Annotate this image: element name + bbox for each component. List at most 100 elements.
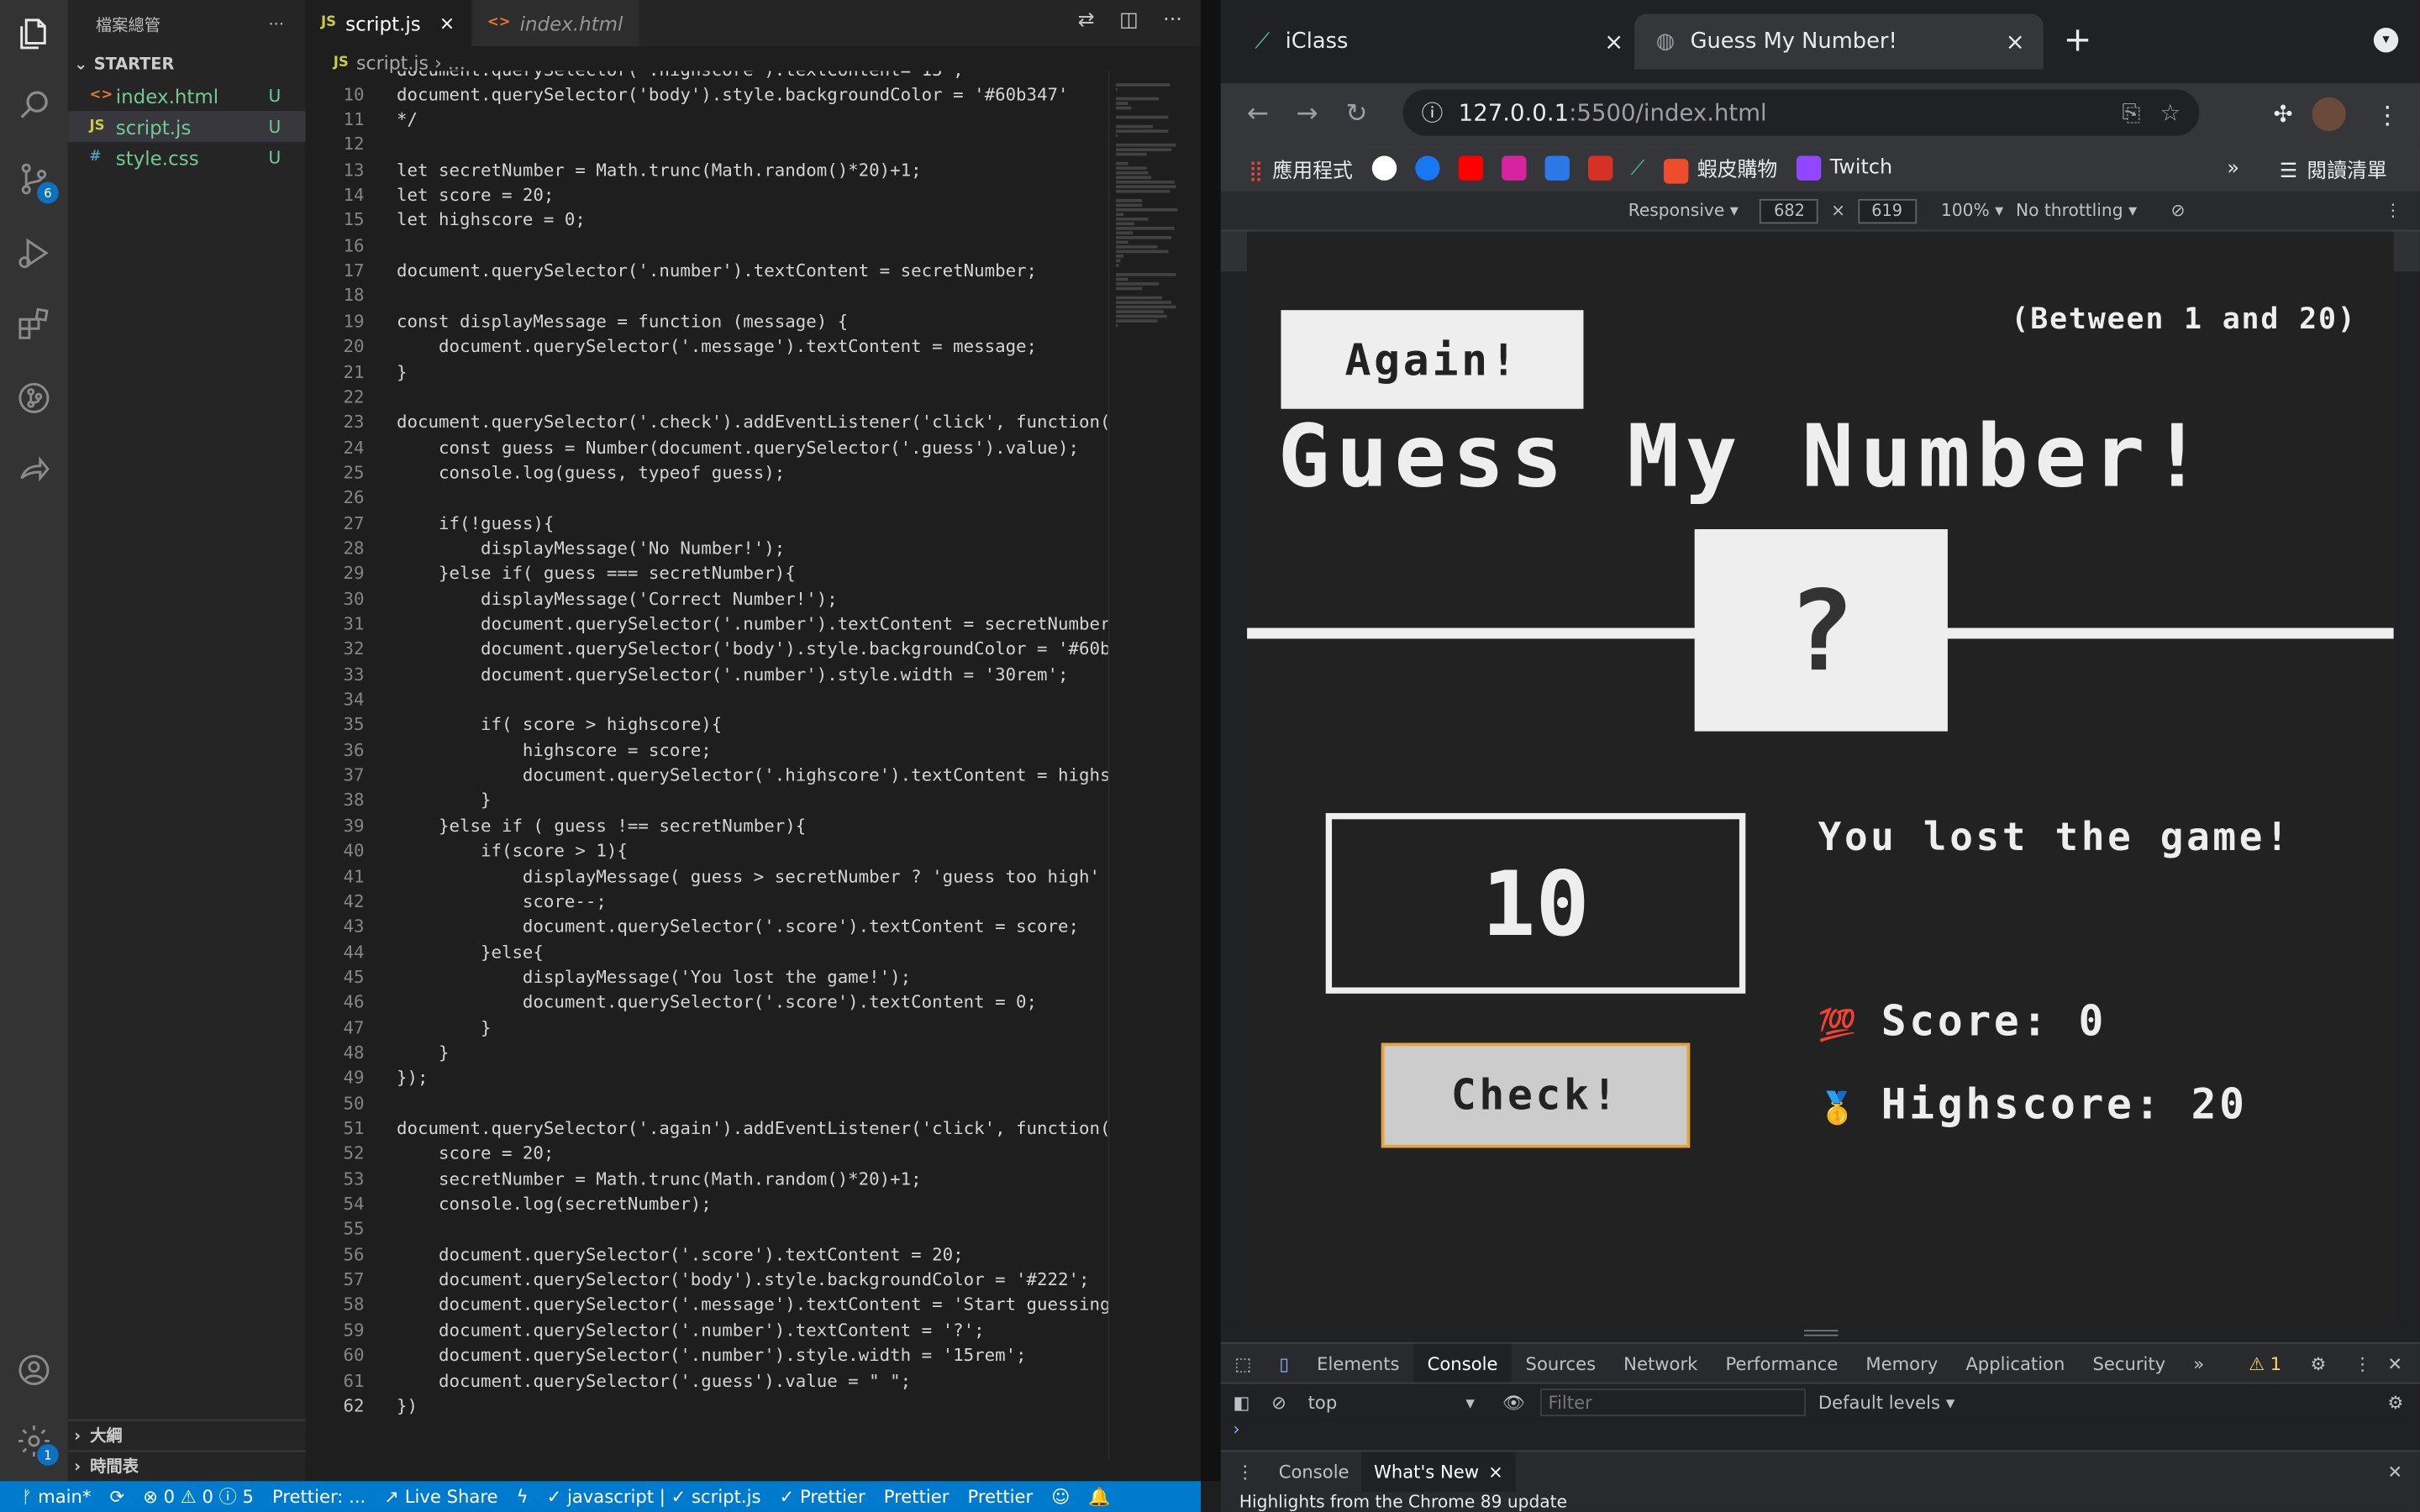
- youtube-icon[interactable]: [1457, 155, 1483, 181]
- more-bookmarks-button[interactable]: »: [2227, 156, 2239, 180]
- code-line[interactable]: 36 highscore = score;: [306, 738, 711, 763]
- code-editor[interactable]: document.querySelector('.highscore').tex…: [306, 71, 1108, 1444]
- tab-console[interactable]: Console: [1413, 1342, 1512, 1383]
- filter-input[interactable]: Filter: [1540, 1388, 1807, 1416]
- google-icon[interactable]: [1370, 155, 1397, 181]
- back-icon[interactable]: ←: [1234, 99, 1283, 130]
- extensions-icon[interactable]: [13, 302, 55, 345]
- code-line[interactable]: 55: [306, 1217, 397, 1242]
- warning-count[interactable]: ⚠ 1: [2249, 1352, 2281, 1374]
- devtools-close-icon[interactable]: ✕: [2387, 1352, 2402, 1374]
- reading-list-button[interactable]: ☰ 閱讀清單: [2280, 154, 2387, 183]
- search-icon[interactable]: [13, 83, 55, 126]
- console-prompt[interactable]: ›: [1220, 1419, 2420, 1451]
- new-tab-button[interactable]: +: [2064, 22, 2092, 60]
- device-more-icon[interactable]: ⋮: [2385, 201, 2402, 221]
- throttle-select[interactable]: No throttling ▾: [2016, 201, 2137, 221]
- file-script-js[interactable]: JS script.js U: [67, 111, 306, 142]
- compare-changes-icon[interactable]: ⇄: [1078, 9, 1095, 33]
- context-select[interactable]: top ▾: [1308, 1391, 1475, 1413]
- more-tabs-button[interactable]: »: [2180, 1343, 2218, 1383]
- code-line[interactable]: 16: [306, 234, 397, 259]
- translate-icon[interactable]: ⎘: [2122, 99, 2140, 127]
- facebook-icon[interactable]: [1414, 155, 1439, 181]
- code-line[interactable]: 42 score--;: [306, 889, 606, 914]
- drawer-close-icon[interactable]: ✕: [2387, 1461, 2402, 1483]
- code-line[interactable]: 50: [306, 1091, 397, 1116]
- code-line[interactable]: 14 let score = 20;: [306, 182, 554, 207]
- sidebar-toggle-icon[interactable]: ◧: [1234, 1391, 1250, 1413]
- code-line[interactable]: 62}): [306, 1394, 418, 1419]
- code-line[interactable]: 48 }: [306, 1040, 449, 1065]
- code-line[interactable]: 61 document.querySelector('.guess').valu…: [306, 1368, 911, 1394]
- inspect-element-icon[interactable]: ⬚: [1221, 1343, 1265, 1383]
- language-status[interactable]: ✓ javascript | ✓ script.js: [547, 1486, 761, 1508]
- code-line[interactable]: 22: [306, 385, 397, 410]
- devtools-more-icon[interactable]: ⋮: [2354, 1352, 2371, 1374]
- tab-network[interactable]: Network: [1610, 1343, 1712, 1383]
- file-index-html[interactable]: <> index.html U: [68, 81, 306, 112]
- outline-section[interactable]: › 大綱: [67, 1419, 306, 1451]
- timeline-section[interactable]: › 時間表: [67, 1450, 306, 1481]
- code-line[interactable]: 28 displayMessage('No Number!');: [306, 536, 785, 561]
- run-debug-icon[interactable]: [13, 232, 55, 275]
- more-actions-icon[interactable]: ···: [1163, 9, 1182, 33]
- instagram-icon[interactable]: [1501, 155, 1526, 181]
- tab-memory[interactable]: Memory: [1852, 1343, 1952, 1383]
- minimap[interactable]: [1107, 71, 1189, 1460]
- split-editor-icon[interactable]: ◫: [1119, 9, 1139, 33]
- code-line[interactable]: 18: [306, 284, 397, 309]
- viewport-resize-handle[interactable]: [1220, 1323, 2420, 1342]
- code-line[interactable]: 57 document.querySelector('body').style.…: [306, 1268, 1089, 1293]
- code-line[interactable]: 27 if(!guess){: [306, 511, 554, 536]
- code-line[interactable]: 58 document.querySelector('.message').te…: [306, 1293, 1107, 1318]
- drawer-tab-whats-new[interactable]: What's New ×: [1361, 1452, 1516, 1493]
- code-line[interactable]: 46 document.querySelector('.score').text…: [306, 990, 1037, 1015]
- browser-tab-guess[interactable]: ◍ Guess My Number! ×: [1634, 13, 2044, 70]
- menu-kebab-icon[interactable]: ⋮: [2375, 99, 2400, 129]
- code-line[interactable]: 32 document.querySelector('body').style.…: [306, 637, 1107, 662]
- device-toggle-icon[interactable]: ▯: [1265, 1343, 1303, 1383]
- console-settings-icon[interactable]: ⚙: [2387, 1391, 2403, 1413]
- code-line[interactable]: 59 document.querySelector('.number').tex…: [306, 1318, 984, 1343]
- code-line[interactable]: 31 document.querySelector('.number').tex…: [306, 612, 1107, 637]
- viewport-width-input[interactable]: 682: [1760, 198, 1819, 223]
- code-line[interactable]: 30 displayMessage('Correct Number!');: [306, 586, 838, 612]
- prettier-status[interactable]: Prettier: ...: [272, 1486, 366, 1508]
- code-line[interactable]: 24 const guess = Number(document.querySe…: [306, 435, 1079, 460]
- code-line[interactable]: 43 document.querySelector('.score').text…: [306, 914, 1079, 939]
- drawer-menu-icon[interactable]: ⋮: [1236, 1461, 1254, 1483]
- code-line[interactable]: 34: [306, 687, 397, 712]
- code-line[interactable]: 21}: [306, 360, 407, 385]
- guess-input[interactable]: 10: [1325, 812, 1746, 994]
- feedback-icon[interactable]: ☺: [1051, 1486, 1070, 1508]
- explorer-icon[interactable]: [13, 13, 55, 55]
- forward-icon[interactable]: →: [1282, 99, 1332, 130]
- rotate-icon[interactable]: ⊘: [2171, 201, 2186, 221]
- code-line[interactable]: 17 document.querySelector('.number').text…: [306, 259, 1037, 284]
- bookmark-twitch[interactable]: Twitch: [1796, 155, 1892, 181]
- drawer-tab-console[interactable]: Console: [1266, 1461, 1361, 1483]
- file-style-css[interactable]: # style.css U: [68, 142, 306, 173]
- code-line[interactable]: document.querySelector('.highscore').tex…: [306, 71, 964, 81]
- code-line[interactable]: 33 document.querySelector('.number').sty…: [306, 662, 1068, 687]
- levels-select[interactable]: Default levels ▾: [1818, 1391, 1954, 1413]
- address-bar[interactable]: ⓘ 127.0.0.1:5500/index.html ⎘ ☆: [1402, 89, 2200, 136]
- prettier-button-3[interactable]: Prettier: [967, 1486, 1033, 1508]
- bookmark-shopee[interactable]: 蝦皮購物: [1663, 153, 1777, 184]
- tab-application[interactable]: Application: [1952, 1343, 2079, 1383]
- tab-script-js[interactable]: JS script.js ×: [305, 0, 472, 47]
- tab-security[interactable]: Security: [2079, 1343, 2180, 1383]
- account-icon[interactable]: [13, 1348, 55, 1391]
- code-line[interactable]: 38 }: [306, 788, 491, 813]
- code-line[interactable]: 41 displayMessage( guess > secretNumber …: [306, 864, 1108, 889]
- folder-starter[interactable]: ⌄ STARTER: [68, 50, 306, 81]
- code-line[interactable]: 56 document.querySelector('.score').text…: [306, 1242, 963, 1268]
- code-line[interactable]: 15 let highscore = 0;: [306, 207, 585, 233]
- window-divider[interactable]: [1200, 0, 1221, 1482]
- code-line[interactable]: 37 document.querySelector('.highscore').…: [306, 763, 1107, 788]
- live-share-status[interactable]: ↗ Live Share: [384, 1486, 497, 1508]
- code-line[interactable]: 47 }: [306, 1015, 491, 1040]
- code-line[interactable]: 23 document.querySelector('.check').addEv…: [306, 410, 1107, 435]
- code-line[interactable]: 40 if(score > 1){: [306, 838, 627, 864]
